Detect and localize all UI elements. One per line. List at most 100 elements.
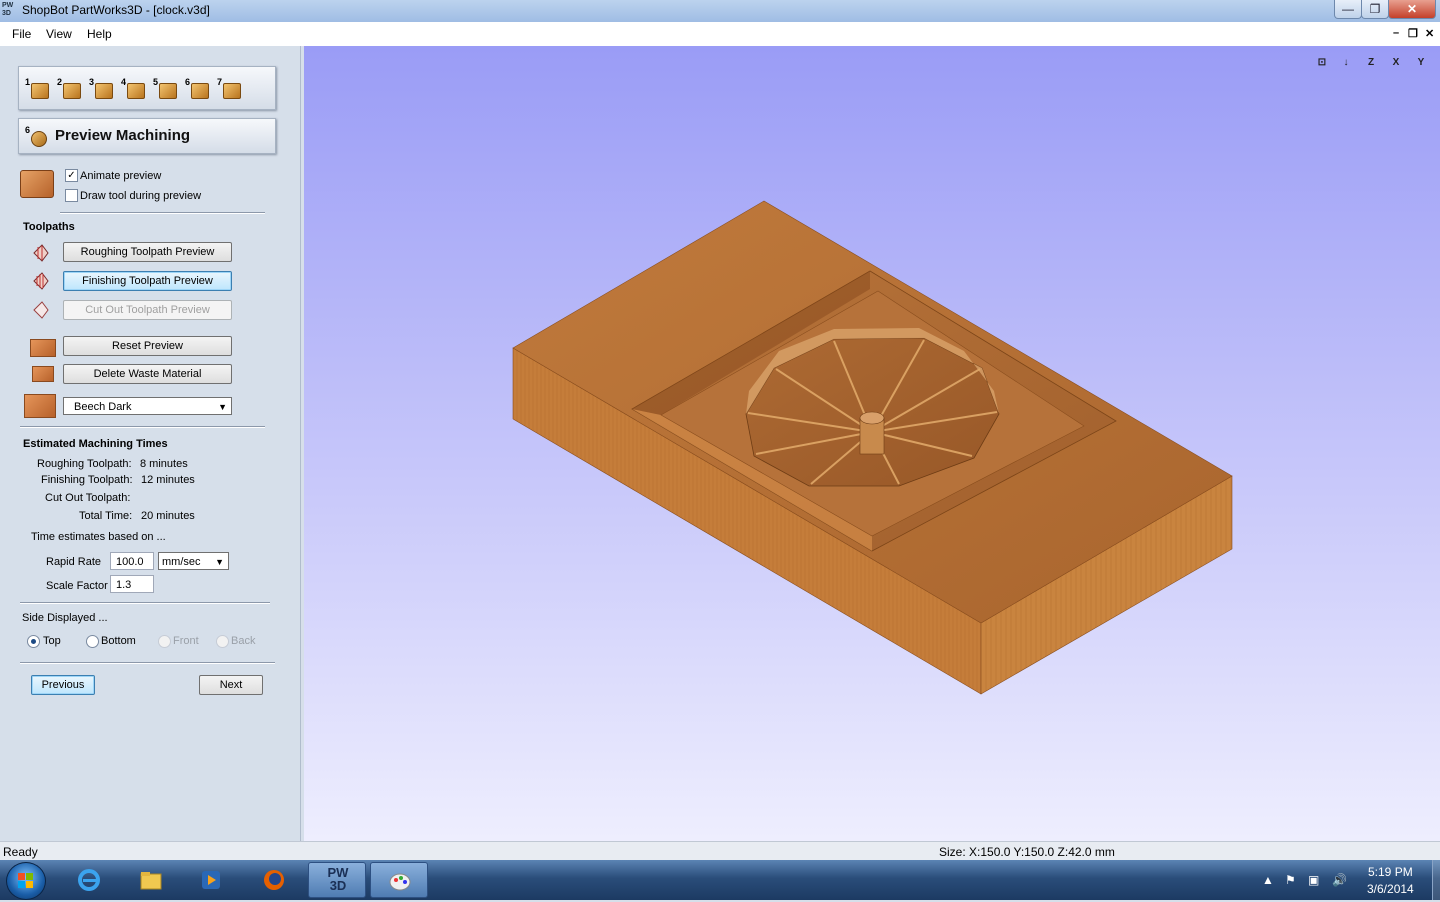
rapid-rate-input[interactable]: 100.0 [110, 552, 154, 570]
next-button[interactable]: Next [199, 675, 263, 695]
taskbar-media-player[interactable] [182, 862, 240, 898]
mdi-close-button[interactable]: ✕ [1425, 27, 1434, 40]
network-icon[interactable]: ▣ [1308, 873, 1319, 887]
step-toolbar: 1 2 3 4 5 6 7 [18, 66, 276, 110]
cutout-preview-button[interactable]: Cut Out Toolpath Preview [63, 300, 232, 320]
side-front-radio[interactable] [158, 635, 171, 648]
side-front-label: Front [173, 635, 199, 647]
step-5-icon[interactable]: 5 [153, 77, 179, 101]
volume-icon[interactable]: 🔊 [1332, 873, 1347, 887]
internet-explorer-icon [78, 869, 100, 891]
side-displayed-label: Side Displayed ... [22, 612, 108, 624]
taskbar-file-explorer[interactable] [122, 862, 180, 898]
chevron-down-icon: ▼ [215, 557, 224, 567]
menu-view[interactable]: View [46, 27, 72, 41]
divider [60, 212, 265, 214]
rapid-rate-label: Rapid Rate [46, 556, 102, 568]
start-button[interactable] [6, 862, 46, 900]
window-title: ShopBot PartWorks3D - [clock.v3d] [22, 3, 210, 17]
roughing-preview-button[interactable]: Roughing Toolpath Preview [63, 242, 232, 262]
animate-preview-label: Animate preview [80, 170, 162, 182]
dial-hub-top [859, 411, 885, 425]
taskbar-internet-explorer[interactable] [60, 862, 118, 898]
preview-machining-icon: 6 [25, 125, 49, 147]
total-time-label: Total Time: [79, 510, 133, 522]
taskbar-partworks3d[interactable]: PW 3D [308, 862, 366, 898]
panel-header: 6 Preview Machining [18, 118, 276, 154]
step-4-icon[interactable]: 4 [121, 77, 147, 101]
step-3-icon[interactable]: 3 [89, 77, 115, 101]
previous-button[interactable]: Previous [31, 675, 95, 695]
step-1-icon[interactable]: 1 [25, 77, 51, 101]
menu-help[interactable]: Help [87, 27, 112, 41]
material-swatch [24, 394, 56, 418]
draw-tool-checkbox[interactable] [65, 189, 78, 202]
roughing-time-value: 8 minutes [140, 458, 188, 470]
media-player-icon [202, 871, 220, 889]
side-back-radio[interactable] [216, 635, 229, 648]
times-heading: Estimated Machining Times [23, 438, 168, 450]
left-panel: 1 2 3 4 5 6 7 6 Preview Machining ✓ Anim… [0, 46, 301, 841]
delete-waste-button[interactable]: Delete Waste Material [63, 364, 232, 384]
finishing-time-value: 12 minutes [141, 474, 195, 486]
side-top-radio[interactable] [27, 635, 40, 648]
material-select[interactable]: Beech Dark ▼ [63, 397, 232, 415]
clock-date[interactable]: 3/6/2014 [1367, 882, 1414, 896]
close-button[interactable]: ✕ [1388, 0, 1436, 19]
step-7-icon[interactable]: 7 [217, 77, 243, 101]
mdi-minimize-button[interactable]: – [1393, 27, 1399, 39]
draw-tool-label: Draw tool during preview [80, 190, 202, 202]
scale-factor-input[interactable]: 1.3 [110, 575, 154, 593]
maximize-button[interactable]: ❐ [1361, 0, 1389, 19]
side-back-label: Back [231, 635, 256, 647]
clock-time[interactable]: 5:19 PM [1368, 865, 1413, 879]
3d-viewport[interactable]: ⊡ ↓ Z X Y [304, 46, 1440, 841]
cutout-toolpath-icon [33, 301, 49, 319]
mdi-restore-button[interactable]: ❐ [1408, 27, 1418, 40]
minimize-button[interactable]: — [1334, 0, 1362, 19]
divider [20, 602, 270, 604]
roughing-toolpath-icon [33, 244, 49, 262]
tray-expand-icon[interactable]: ▲ [1262, 873, 1274, 887]
scale-factor-label: Scale Factor [46, 580, 108, 592]
animate-preview-checkbox[interactable]: ✓ [65, 169, 78, 182]
reset-preview-button[interactable]: Reset Preview [63, 336, 232, 356]
status-size: Size: X:150.0 Y:150.0 Z:42.0 mm [939, 845, 1115, 859]
finishing-preview-button[interactable]: Finishing Toolpath Preview [63, 271, 232, 291]
app-icon: PW 3D [2, 2, 14, 17]
title-bar: PW 3D ShopBot PartWorks3D - [clock.v3d] … [0, 0, 1440, 23]
paint-icon [389, 873, 411, 891]
firefox-icon [264, 870, 284, 890]
action-center-icon[interactable]: ⚑ [1285, 873, 1296, 887]
taskbar-paint[interactable] [370, 862, 428, 898]
side-bottom-label: Bottom [101, 635, 136, 647]
side-bottom-radio[interactable] [86, 635, 99, 648]
taskbar-firefox[interactable] [245, 862, 303, 898]
divider [20, 662, 275, 664]
menu-bar: File View Help – ❐ ✕ [0, 22, 1440, 47]
menu-file[interactable]: File [12, 27, 31, 41]
chevron-down-icon: ▼ [218, 402, 227, 412]
finishing-toolpath-icon [33, 272, 49, 290]
reset-preview-icon [30, 339, 56, 357]
total-time-value: 20 minutes [141, 510, 195, 522]
status-bar: Ready Size: X:150.0 Y:150.0 Z:42.0 mm [0, 841, 1440, 861]
show-desktop-button[interactable] [1432, 860, 1440, 900]
status-ready: Ready [3, 845, 38, 859]
step-6-icon[interactable]: 6 [185, 77, 211, 101]
rapid-unit-select[interactable]: mm/sec ▼ [158, 552, 229, 570]
partworks3d-icon: PW 3D [327, 865, 349, 893]
cutout-time-label: Cut Out Toolpath: [45, 492, 131, 504]
time-basis-label: Time estimates based on ... [31, 531, 166, 543]
finishing-time-label: Finishing Toolpath: [41, 474, 133, 486]
animate-preview-icon [20, 170, 54, 198]
windows-logo-icon [18, 873, 33, 888]
material-select-value: Beech Dark [74, 401, 132, 413]
taskbar: PW 3D ▲ ⚑ ▣ 🔊 5:19 PM 3/6/2014 [0, 860, 1440, 900]
rapid-unit-value: mm/sec [162, 556, 201, 568]
delete-waste-icon [32, 366, 54, 382]
wood-part-render [512, 200, 1233, 695]
step-2-icon[interactable]: 2 [57, 77, 83, 101]
divider [20, 426, 265, 428]
toolpaths-heading: Toolpaths [23, 221, 75, 233]
